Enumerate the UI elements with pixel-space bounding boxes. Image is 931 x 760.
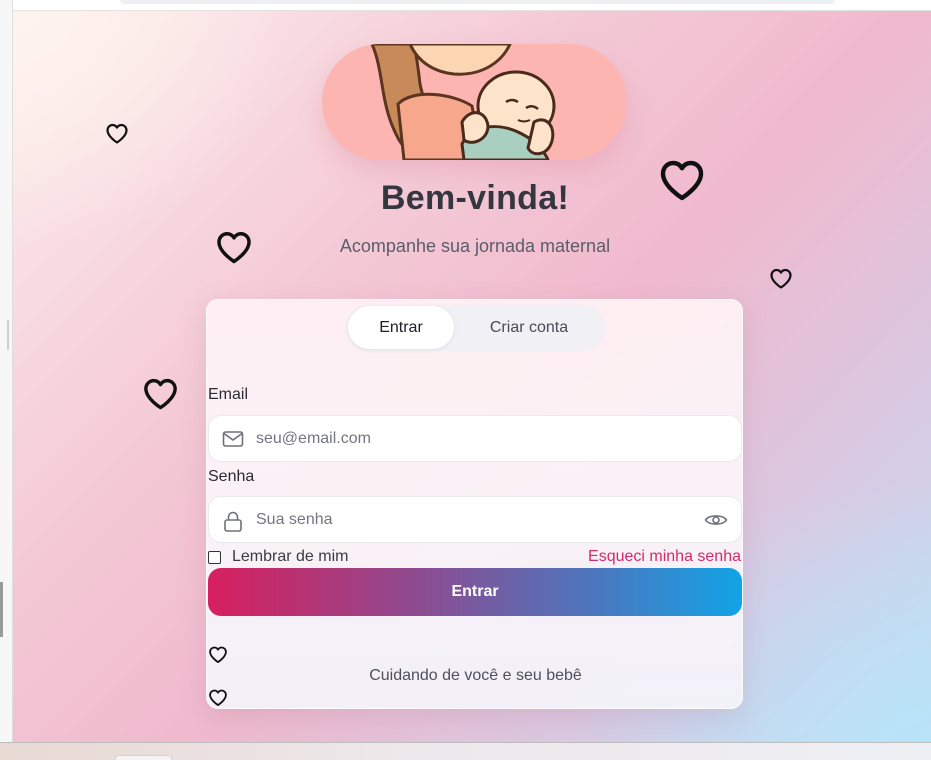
footer-tagline: Cuidando de você e seu bebê: [369, 667, 582, 684]
lock-icon: [224, 511, 242, 532]
eye-icon[interactable]: [704, 512, 728, 528]
tab-entrar[interactable]: Entrar: [348, 306, 454, 349]
auth-tabs: Entrar Criar conta: [346, 305, 605, 351]
browser-top-bar: [0, 0, 931, 11]
left-window-edge: [0, 0, 13, 742]
heart-icon: [769, 267, 793, 291]
address-bar-edge: [120, 0, 835, 4]
heart-icon: [105, 122, 129, 146]
password-label: Senha: [208, 468, 255, 485]
email-input[interactable]: [256, 424, 696, 454]
taskbar-tab[interactable]: [115, 755, 172, 760]
heart-icon: [658, 157, 706, 205]
password-field[interactable]: [208, 496, 742, 543]
submit-button[interactable]: Entrar: [208, 568, 742, 616]
side-scroll-handle[interactable]: [0, 582, 3, 637]
resize-handle[interactable]: [7, 320, 9, 350]
login-card: Entrar Criar conta Email Senha: [206, 299, 743, 709]
remember-checkbox[interactable]: [208, 551, 221, 564]
heart-icon: [142, 376, 179, 413]
page-title: Bem-vinda!: [380, 179, 570, 217]
mail-icon: [222, 431, 244, 447]
forgot-password-link[interactable]: Esqueci minha senha: [588, 548, 741, 566]
tab-criar-conta[interactable]: Criar conta: [456, 306, 602, 349]
heart-icon: [208, 688, 228, 708]
hero-illustration: [322, 44, 627, 160]
heart-icon: [215, 229, 253, 267]
heart-icon: [208, 645, 228, 665]
mother-and-baby-illustration: [370, 44, 556, 160]
email-field[interactable]: [208, 415, 742, 462]
login-page: Bem-vinda! Acompanhe sua jornada materna…: [13, 11, 931, 742]
page-subtitle: Acompanhe sua jornada maternal: [339, 236, 611, 256]
password-input[interactable]: [256, 505, 696, 535]
browser-bottom-bar: [0, 742, 931, 760]
email-label: Email: [208, 386, 249, 403]
remember-label: Lembrar de mim: [232, 548, 349, 565]
